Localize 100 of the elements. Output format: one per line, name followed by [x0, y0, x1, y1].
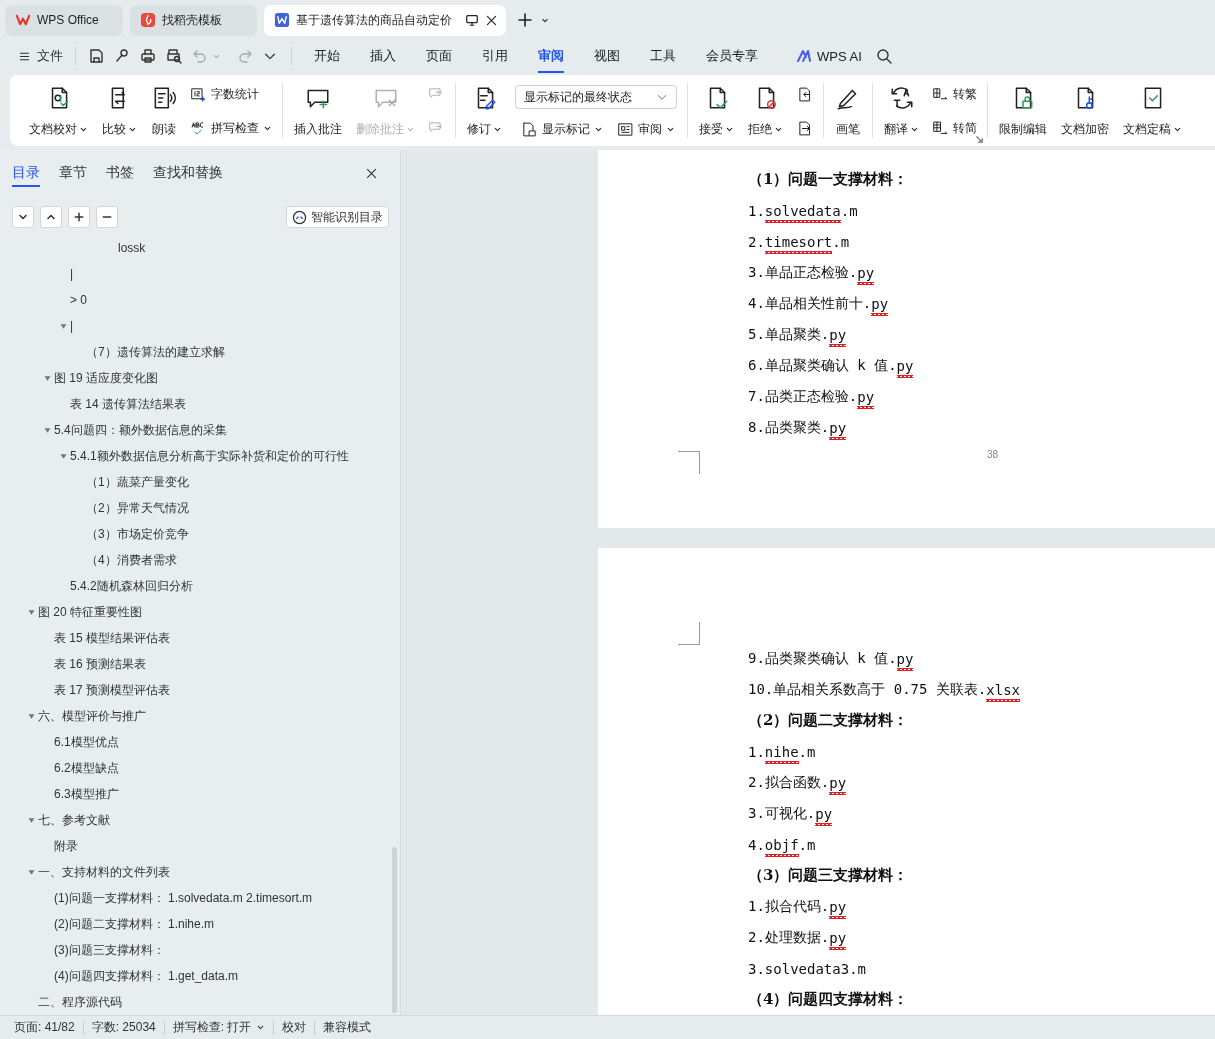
ribbon-button[interactable]: 画笔	[830, 83, 866, 138]
wps-ai-button[interactable]: WPS AI	[796, 48, 862, 64]
outline-item[interactable]: (3)问题三支撑材料：	[54, 941, 165, 959]
ribbon-button[interactable]: 字数统计	[190, 86, 272, 103]
link-icon[interactable]	[114, 48, 130, 64]
smart-toc-button[interactable]: 智能识别目录	[286, 206, 389, 228]
outline-item[interactable]: 6.1模型优点	[54, 733, 119, 751]
outline-item[interactable]: （7）遗传算法的建立求解	[86, 343, 225, 361]
expanded-triangle-icon[interactable]	[58, 321, 68, 331]
browser-tab[interactable]: WPS Office	[5, 4, 123, 36]
outline-item[interactable]: 六、模型评价与推广	[38, 707, 146, 725]
close-icon[interactable]	[365, 166, 378, 180]
ribbon-button[interactable]: 审阅	[617, 121, 675, 138]
collapse-button[interactable]	[12, 206, 34, 228]
outline-item[interactable]: 七、参考文献	[38, 811, 110, 829]
ribbon-tab[interactable]: 引用	[482, 41, 508, 73]
ribbon-button[interactable]: 拼写检查	[190, 120, 272, 137]
outline-item[interactable]: 5.4问题四：额外数据信息的采集	[54, 421, 227, 439]
ribbon-tab[interactable]: 开始	[314, 41, 340, 73]
print-icon[interactable]	[140, 48, 156, 64]
ribbon-button[interactable]: 转简	[932, 120, 977, 137]
outline-item[interactable]: 附录	[54, 837, 78, 855]
outline-item[interactable]: 一、支持材料的文件列表	[38, 863, 170, 881]
outline-item[interactable]: |	[70, 267, 74, 281]
browser-tab[interactable]: 基于遗传算法的商品自动定价	[264, 4, 506, 36]
ribbon-tab[interactable]: 插入	[370, 41, 396, 73]
ribbon-button[interactable]: 翻译	[879, 83, 924, 138]
add-button[interactable]	[68, 206, 90, 228]
outline-item[interactable]: 表 15 模型结果评估表	[54, 629, 170, 647]
file-menu[interactable]: 文件	[18, 47, 63, 65]
ribbon-tab[interactable]: 视图	[594, 41, 620, 73]
ribbon-tab[interactable]: 审阅	[538, 41, 564, 73]
ribbon-button[interactable]: 朗读	[146, 83, 182, 138]
section-heading: （3）问题三支撑材料：	[748, 865, 909, 886]
expanded-triangle-icon[interactable]	[26, 607, 36, 617]
ribbon-button[interactable]: 限制编辑	[994, 83, 1052, 138]
ribbon-button[interactable]: 拒绝	[743, 83, 788, 138]
outline-item[interactable]: 表 17 预测模型评估表	[54, 681, 170, 699]
ribbon-tab[interactable]: 工具	[650, 41, 676, 73]
outline-item[interactable]: |	[70, 319, 74, 333]
outline-item[interactable]: lossk	[118, 241, 146, 255]
outline-item[interactable]: (4)问题四支撑材料： 1.get_data.m	[54, 967, 239, 985]
outline-item[interactable]: （1）蔬菜产量变化	[86, 473, 189, 491]
outline-item[interactable]: 表 14 遗传算法结果表	[70, 395, 186, 413]
panel-tab[interactable]: 目录	[12, 159, 40, 187]
outline-item[interactable]: (2)问题二支撑材料： 1.nihe.m	[54, 915, 215, 933]
scrollbar-thumb[interactable]	[392, 847, 397, 1013]
outline-item[interactable]: （4）消费者需求	[86, 551, 177, 569]
outline-item[interactable]: 6.3模型推广	[54, 785, 119, 803]
outline-item[interactable]: > 0	[70, 293, 87, 307]
status-item[interactable]: 页面: 41/82	[6, 1019, 83, 1036]
ribbon-button[interactable]: 显示标记	[521, 121, 603, 138]
browser-tab[interactable]: 找稻壳模板	[130, 4, 257, 36]
outline-item[interactable]: 表 16 预测结果表	[54, 655, 146, 673]
expanded-triangle-icon[interactable]	[42, 425, 52, 435]
ribbon-button[interactable]: 文档定稿	[1118, 83, 1187, 138]
dialog-launcher-icon[interactable]	[975, 135, 984, 144]
save-icon[interactable]	[88, 48, 104, 64]
outline-item[interactable]: 5.4.1额外数据信息分析高于实际补货和定价的可行性	[70, 447, 349, 465]
print-preview-icon[interactable]	[166, 48, 182, 64]
expanded-triangle-icon[interactable]	[26, 711, 36, 721]
margin-corner-mark	[678, 451, 700, 474]
ribbon-tab[interactable]: 页面	[426, 41, 452, 73]
status-item[interactable]: 字数: 25034	[83, 1019, 164, 1036]
ribbon-button[interactable]: 修订	[462, 83, 507, 138]
expanded-triangle-icon[interactable]	[26, 867, 36, 877]
close-icon[interactable]	[485, 13, 498, 27]
search-icon[interactable]	[875, 48, 892, 64]
panel-tab[interactable]: 书签	[106, 159, 134, 187]
ribbon-button[interactable]: 文档校对	[24, 83, 93, 138]
review-pane-icon	[617, 121, 634, 138]
ribbon-button[interactable]: 比较	[97, 83, 142, 138]
file-list-item: 8.品类聚类.py	[748, 412, 847, 443]
status-item[interactable]: 校对	[274, 1019, 315, 1036]
expanded-triangle-icon[interactable]	[58, 451, 68, 461]
ribbon-button[interactable]: 接受	[694, 83, 739, 138]
markup-dropdown[interactable]: 显示标记的最终状态	[515, 85, 677, 109]
outline-item[interactable]: 5.4.2随机森林回归分析	[70, 577, 193, 595]
status-item[interactable]: 拼写检查: 打开	[164, 1019, 274, 1036]
outline-item[interactable]: (1)问题一支撑材料： 1.solvedata.m 2.timesort.m	[54, 889, 313, 907]
outline-item[interactable]: 二、程序源代码	[38, 993, 122, 1011]
expand-button[interactable]	[40, 206, 62, 228]
convert-simplified-icon	[932, 120, 949, 137]
panel-tab[interactable]: 查找和替换	[153, 159, 223, 187]
status-item[interactable]: 兼容模式	[315, 1019, 380, 1036]
ribbon-button[interactable]: 插入批注	[289, 83, 347, 138]
expanded-triangle-icon[interactable]	[26, 815, 36, 825]
ribbon-button[interactable]: 文档加密	[1056, 83, 1114, 138]
outline-item[interactable]: 6.2模型缺点	[54, 759, 119, 777]
panel-tab[interactable]: 章节	[59, 159, 87, 187]
outline-item[interactable]: （3）市场定价竞争	[86, 525, 189, 543]
outline-item[interactable]: 图 20 特征重要性图	[38, 603, 142, 621]
outline-item[interactable]: （2）异常天气情况	[86, 499, 189, 517]
new-tab-icon[interactable]	[517, 12, 533, 28]
document-logo-icon	[274, 12, 290, 28]
remove-button[interactable]	[96, 206, 118, 228]
expanded-triangle-icon[interactable]	[42, 373, 52, 383]
ribbon-tab[interactable]: 会员专享	[706, 41, 758, 73]
ribbon-button[interactable]: 转繁	[932, 86, 977, 103]
outline-item[interactable]: 图 19 适应度变化图	[54, 369, 158, 387]
